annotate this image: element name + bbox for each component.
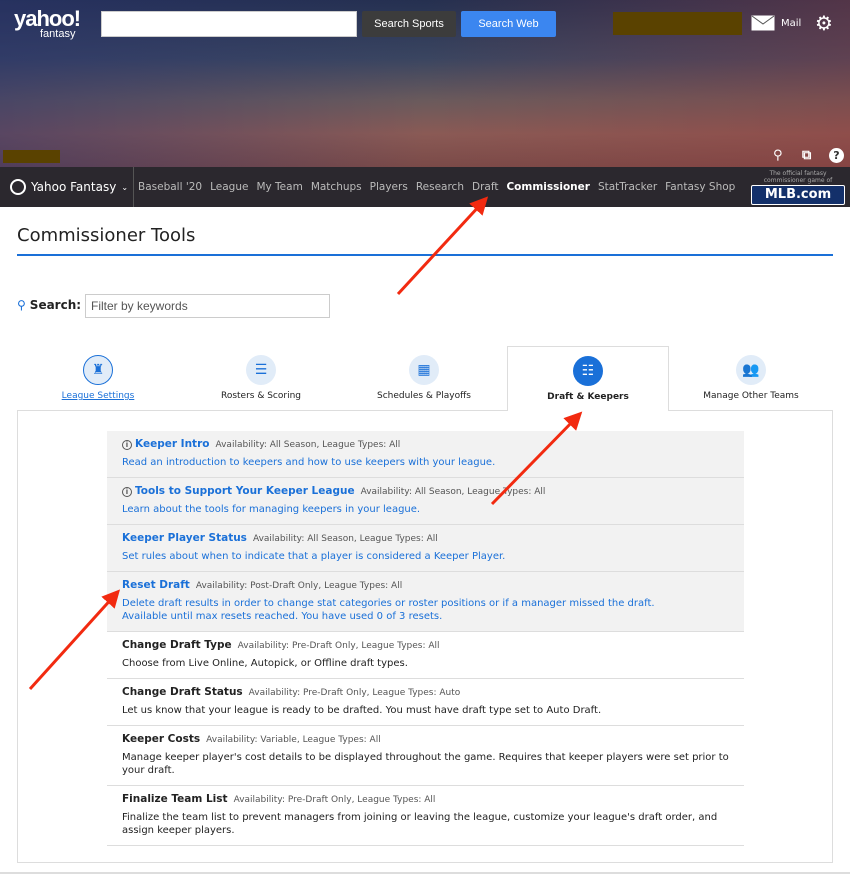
- tool-name[interactable]: Finalize Team List: [122, 793, 228, 805]
- tool-name[interactable]: Keeper Costs: [122, 733, 200, 745]
- mlb-tagline: The official fantasy commissioner game o…: [763, 170, 833, 184]
- tool-description: Choose from Live Online, Autopick, or Of…: [122, 658, 408, 669]
- nav-fantasy-shop[interactable]: Fantasy Shop: [665, 181, 735, 193]
- tool-row[interactable]: Keeper Player Status Availability: All Se…: [107, 525, 744, 572]
- nav-stattracker[interactable]: StatTracker: [598, 181, 657, 193]
- tool-meta: Availability: All Season, League Types: …: [215, 440, 401, 450]
- tools-list: i Keeper Intro Availability: All Season, L…: [107, 431, 744, 846]
- tool-description: Manage keeper player's cost details to b…: [122, 752, 729, 776]
- nav-research[interactable]: Research: [416, 181, 464, 193]
- chat-icon[interactable]: ⧉: [802, 148, 811, 163]
- mlb-logo[interactable]: The official fantasy commissioner game o…: [751, 170, 845, 205]
- logo-subtext: fantasy: [40, 28, 76, 40]
- redacted-text: [3, 150, 60, 163]
- page-title: Commissioner Tools: [17, 225, 196, 246]
- search-icon: ⚲: [17, 298, 26, 312]
- redacted-user: [613, 12, 742, 35]
- main-nav: Yahoo Fantasy ⌄ Baseball '20 League My Te…: [0, 167, 850, 207]
- help-icon[interactable]: ?: [829, 148, 844, 163]
- nav-commissioner[interactable]: Commissioner: [506, 181, 590, 193]
- arrow-to-commissioner: [396, 196, 489, 296]
- brand-label: Yahoo Fantasy: [31, 180, 117, 194]
- tab-draft-keepers[interactable]: ☷ Draft & Keepers: [507, 346, 669, 411]
- tab-schedules-playoffs[interactable]: ▦ Schedules & Playoffs: [343, 346, 505, 411]
- search-label-group: ⚲ Search:: [17, 298, 81, 312]
- tool-row[interactable]: Change Draft Type Availability: Pre-Draft…: [107, 632, 744, 679]
- search-icon[interactable]: ⚲: [773, 148, 783, 163]
- tool-description[interactable]: Learn about the tools for managing keepe…: [122, 503, 729, 516]
- baseball-icon: [10, 179, 26, 195]
- tab-label: Rosters & Scoring: [220, 391, 302, 401]
- title-divider: [17, 254, 833, 256]
- yahoo-fantasy-menu[interactable]: Yahoo Fantasy ⌄: [0, 167, 134, 207]
- mail-link[interactable]: Mail: [751, 15, 801, 31]
- tool-description[interactable]: Set rules about when to indicate that a …: [122, 550, 729, 563]
- yahoo-fantasy-logo[interactable]: yahoo! fantasy: [14, 6, 81, 41]
- tool-meta: Availability: Pre-Draft Only, League Typ…: [248, 688, 461, 698]
- list-icon: ☰: [246, 355, 276, 385]
- draft-board-icon: ☷: [573, 356, 603, 386]
- tool-description: Let us know that your league is ready to…: [122, 705, 602, 716]
- mail-label: Mail: [781, 17, 802, 29]
- tab-label: League Settings: [61, 391, 135, 401]
- tool-row[interactable]: Keeper Costs Availability: Variable, Leag…: [107, 726, 744, 786]
- tool-description[interactable]: Read an introduction to keepers and how …: [122, 456, 729, 469]
- tool-meta: Availability: All Season, League Types: …: [360, 487, 546, 497]
- tool-tabs: ♜ League Settings ☰ Rosters & Scoring ▦ Sch…: [17, 346, 833, 411]
- info-icon: i: [122, 440, 132, 450]
- users-icon: 👥: [736, 355, 766, 385]
- filter-input[interactable]: [85, 294, 330, 318]
- nav-league[interactable]: League: [210, 181, 248, 193]
- mail-icon: [751, 15, 775, 31]
- tool-name[interactable]: Tools to Support Your Keeper League: [135, 485, 355, 497]
- nav-players[interactable]: Players: [370, 181, 408, 193]
- tool-row[interactable]: Change Draft Status Availability: Pre-Dra…: [107, 679, 744, 726]
- search-input[interactable]: [101, 11, 357, 37]
- nav-my-team[interactable]: My Team: [256, 181, 302, 193]
- tool-description: Finalize the team list to prevent manage…: [122, 812, 718, 836]
- tab-rosters-scoring[interactable]: ☰ Rosters & Scoring: [180, 346, 342, 411]
- tab-league-settings[interactable]: ♜ League Settings: [17, 346, 179, 411]
- trophy-icon: ♜: [83, 355, 113, 385]
- logo-text: yahoo!: [14, 6, 81, 31]
- tool-meta: Availability: All Season, League Types: …: [252, 534, 438, 544]
- tool-description-extra[interactable]: Available until max resets reached. You …: [122, 610, 729, 623]
- nav-baseball[interactable]: Baseball '20: [138, 181, 202, 193]
- calendar-icon: ▦: [409, 355, 439, 385]
- tab-label: Draft & Keepers: [547, 392, 629, 402]
- tool-meta: Availability: Pre-Draft Only, League Typ…: [237, 641, 440, 651]
- nav-draft[interactable]: Draft: [472, 181, 498, 193]
- info-icon: i: [122, 487, 132, 497]
- gear-icon[interactable]: ⚙: [815, 11, 833, 35]
- tool-row[interactable]: Reset Draft Availability: Post-Draft Only…: [107, 572, 744, 632]
- tool-name[interactable]: Keeper Intro: [135, 438, 209, 450]
- mlb-label: MLB.com: [751, 185, 845, 205]
- tool-row[interactable]: i Keeper Intro Availability: All Season, L…: [107, 431, 744, 478]
- search-label: Search:: [29, 298, 82, 312]
- tool-name[interactable]: Change Draft Status: [122, 686, 243, 698]
- search-sports-button[interactable]: Search Sports: [362, 11, 456, 37]
- tool-description[interactable]: Delete draft results in order to change …: [122, 597, 729, 610]
- tool-name[interactable]: Reset Draft: [122, 579, 190, 591]
- tool-meta: Availability: Post-Draft Only, League Ty…: [195, 581, 403, 591]
- search-web-button[interactable]: Search Web: [461, 11, 556, 37]
- chevron-down-icon: ⌄: [121, 182, 129, 192]
- tool-row[interactable]: Finalize Team List Availability: Pre-Draf…: [107, 786, 744, 846]
- nav-matchups[interactable]: Matchups: [311, 181, 362, 193]
- tab-label: Schedules & Playoffs: [377, 391, 471, 401]
- tool-row[interactable]: i Tools to Support Your Keeper League Avai…: [107, 478, 744, 525]
- tool-meta: Availability: Variable, League Types: Al…: [206, 735, 381, 745]
- tab-label: Manage Other Teams: [703, 391, 799, 401]
- tool-meta: Availability: Pre-Draft Only, League Typ…: [233, 795, 436, 805]
- tool-name[interactable]: Keeper Player Status: [122, 532, 247, 544]
- tab-manage-other-teams[interactable]: 👥 Manage Other Teams: [670, 346, 832, 411]
- tool-name[interactable]: Change Draft Type: [122, 639, 232, 651]
